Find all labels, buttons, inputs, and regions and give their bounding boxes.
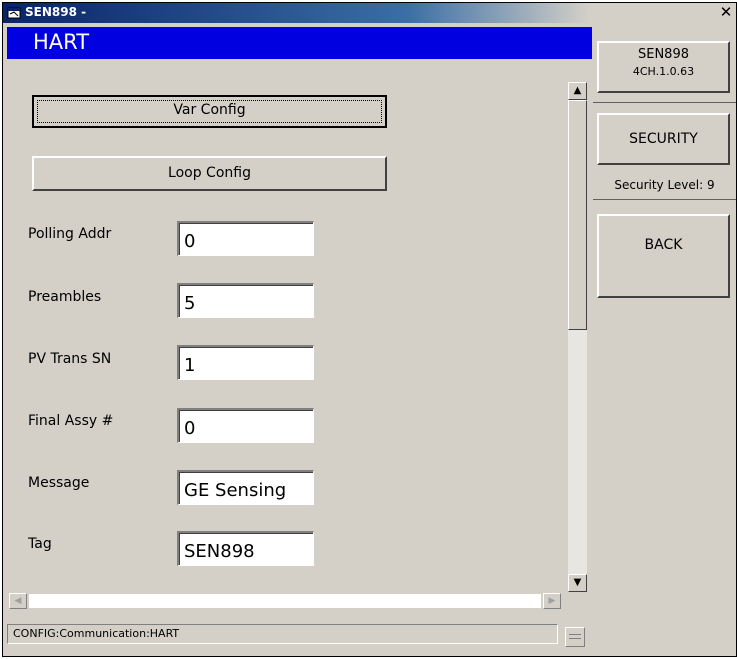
pv-trans-sn-label: PV Trans SN	[28, 351, 112, 367]
menu-line	[569, 638, 581, 639]
status-bar: CONFIG:Communication:HART	[7, 624, 558, 644]
horizontal-scroll-track[interactable]	[29, 594, 541, 608]
message-label: Message	[28, 475, 90, 491]
menu-line	[569, 634, 581, 635]
tag-field[interactable]: SEN898	[177, 531, 314, 566]
final-assy-label: Final Assy #	[28, 413, 114, 429]
tag-label: Tag	[28, 536, 52, 552]
page-header: HART	[7, 27, 592, 59]
var-config-button[interactable]: Var Config	[32, 95, 387, 128]
page-title: HART	[33, 30, 90, 54]
device-name: SEN898	[637, 47, 689, 62]
loop-config-button[interactable]: Loop Config	[32, 156, 387, 191]
pv-trans-sn-field[interactable]: 1	[177, 345, 314, 380]
security-level-text: Security Level: 9	[614, 178, 715, 192]
scroll-right-arrow-icon[interactable]: ▶	[543, 593, 561, 609]
divider	[593, 102, 736, 103]
app-window-icon	[7, 7, 21, 19]
back-button[interactable]: BACK	[597, 214, 730, 298]
loop-config-label: Loop Config	[168, 165, 251, 181]
device-version-button[interactable]: SEN898 4CH.1.0.63	[597, 41, 730, 93]
preambles-field[interactable]: 5	[177, 283, 314, 318]
config-panel: Var Config Loop Config Polling Addr 0 Pr…	[7, 61, 567, 592]
preambles-label: Preambles	[28, 289, 102, 305]
divider	[593, 199, 736, 200]
focus-rectangle	[37, 100, 382, 123]
window-title: SEN898 -	[25, 5, 87, 19]
security-button[interactable]: SECURITY	[597, 113, 730, 165]
scroll-left-arrow-icon[interactable]: ◀	[9, 593, 27, 609]
vertical-scrollbar[interactable]: ▲ ▼	[567, 82, 587, 592]
polling-addr-label: Polling Addr	[28, 226, 112, 242]
polling-addr-field[interactable]: 0	[177, 221, 314, 256]
title-bar[interactable]: SEN898 - ✕	[3, 3, 736, 23]
vertical-scroll-thumb[interactable]	[568, 100, 587, 330]
final-assy-field[interactable]: 0	[177, 408, 314, 443]
horizontal-scrollbar[interactable]: ◀ ▶	[7, 592, 563, 610]
firmware-version: 4CH.1.0.63	[632, 65, 695, 78]
status-menu-button[interactable]	[565, 627, 585, 647]
app-window: SEN898 - ✕ HART Var Config Loop Config P…	[2, 2, 737, 657]
close-icon[interactable]: ✕	[718, 4, 734, 21]
message-field[interactable]: GE Sensing	[177, 470, 314, 505]
scroll-down-arrow-icon[interactable]: ▼	[568, 574, 587, 592]
scroll-up-arrow-icon[interactable]: ▲	[568, 82, 587, 100]
